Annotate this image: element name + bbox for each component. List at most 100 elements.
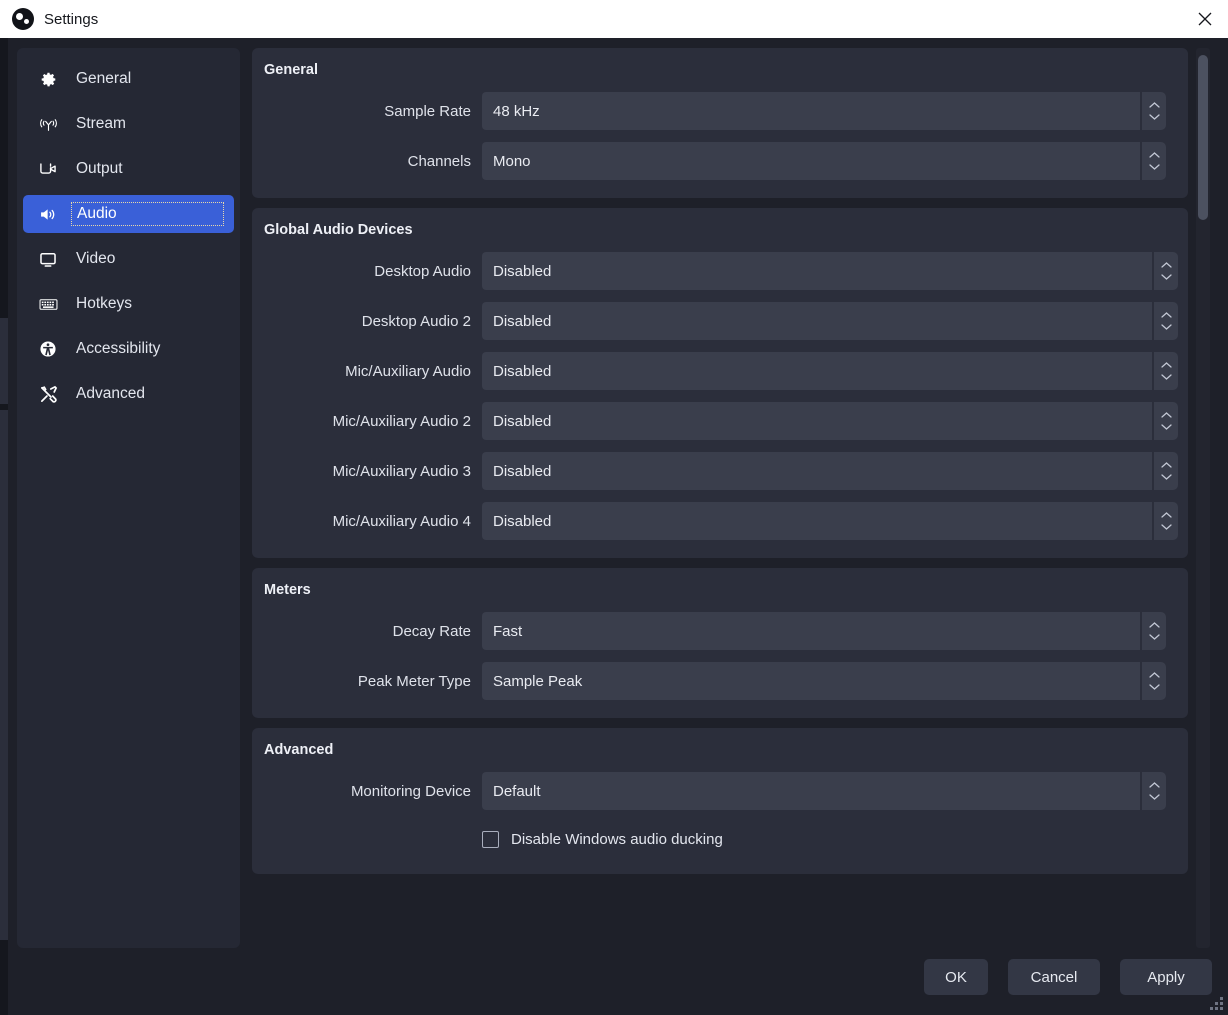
channels-dropdown[interactable]: Mono	[482, 142, 1166, 180]
mic-aux-audio-2-value[interactable]: Disabled	[482, 402, 1152, 440]
obs-logo-icon	[12, 8, 34, 30]
apply-button[interactable]: Apply	[1120, 959, 1212, 995]
chevron-updown-icon[interactable]	[1142, 142, 1166, 180]
dialog-footer: OK Cancel Apply	[924, 959, 1212, 995]
accessibility-icon	[35, 340, 61, 358]
sample-rate-value[interactable]: 48 kHz	[482, 92, 1140, 130]
chevron-updown-icon[interactable]	[1142, 92, 1166, 130]
chevron-updown-icon[interactable]	[1154, 302, 1178, 340]
sidebar-item-label: Accessibility	[76, 340, 161, 357]
desktop-audio-value[interactable]: Disabled	[482, 252, 1152, 290]
peak-meter-type-dropdown[interactable]: Sample Peak	[482, 662, 1166, 700]
row-label: Peak Meter Type	[357, 672, 471, 690]
tools-icon	[35, 385, 61, 404]
sidebar-item-output[interactable]: Output	[23, 150, 234, 188]
sidebar-item-video[interactable]: Video	[23, 240, 234, 278]
sidebar-item-general[interactable]: General	[23, 60, 234, 98]
row-label: Sample Rate	[384, 102, 471, 120]
desktop-audio-dropdown[interactable]: Disabled	[482, 252, 1178, 290]
video-camera-icon	[35, 161, 61, 178]
mic-aux-audio-dropdown[interactable]: Disabled	[482, 352, 1178, 390]
row-label: Mic/Auxiliary Audio 4	[332, 512, 471, 530]
mic-aux-audio-4-dropdown[interactable]: Disabled	[482, 502, 1178, 540]
window-left-edge	[0, 38, 8, 1015]
monitoring-device-value[interactable]: Default	[482, 772, 1140, 810]
sidebar-item-accessibility[interactable]: Accessibility	[23, 330, 234, 368]
cancel-button[interactable]: Cancel	[1008, 959, 1100, 995]
sidebar-item-hotkeys[interactable]: Hotkeys	[23, 285, 234, 323]
group-title: Advanced	[264, 742, 334, 758]
desktop-audio-2-dropdown[interactable]: Disabled	[482, 302, 1178, 340]
row-label: Channels	[407, 152, 471, 170]
titlebar: Settings	[0, 0, 1228, 38]
chevron-updown-icon[interactable]	[1142, 772, 1166, 810]
chevron-updown-icon[interactable]	[1142, 662, 1166, 700]
sidebar-item-label: Video	[76, 250, 116, 267]
group-title: Global Audio Devices	[264, 222, 413, 238]
monitor-icon	[35, 251, 61, 268]
group-general: General Sample Rate 48 kHz Channels Mono	[252, 48, 1188, 198]
disable-audio-ducking-row: Disable Windows audio ducking	[264, 824, 1166, 854]
group-advanced: Advanced Monitoring Device Default Disab…	[252, 728, 1188, 874]
setting-row-channels: Channels Mono	[264, 142, 1166, 180]
chevron-updown-icon[interactable]	[1154, 502, 1178, 540]
row-label: Monitoring Device	[350, 782, 471, 800]
mic-aux-audio-3-value[interactable]: Disabled	[482, 452, 1152, 490]
mic-aux-audio-4-value[interactable]: Disabled	[482, 502, 1152, 540]
sidebar-item-label: Hotkeys	[76, 295, 132, 312]
close-icon[interactable]	[1182, 0, 1228, 38]
group-title: General	[264, 62, 318, 78]
mic-aux-audio-value[interactable]: Disabled	[482, 352, 1152, 390]
sidebar-item-advanced[interactable]: Advanced	[23, 375, 234, 413]
setting-row-mic-aux-audio-3: Mic/Auxiliary Audio 3 Disabled	[264, 452, 1178, 490]
sidebar-item-stream[interactable]: Stream	[23, 105, 234, 143]
setting-row-mic-aux-audio: Mic/Auxiliary Audio Disabled	[264, 352, 1178, 390]
keyboard-icon	[35, 297, 61, 312]
chevron-updown-icon[interactable]	[1154, 452, 1178, 490]
sidebar-item-label: Stream	[76, 115, 126, 132]
peak-meter-type-value[interactable]: Sample Peak	[482, 662, 1140, 700]
scrollbar-thumb[interactable]	[1198, 55, 1208, 220]
setting-row-sample-rate: Sample Rate 48 kHz	[264, 92, 1166, 130]
setting-row-peak-meter-type: Peak Meter Type Sample Peak	[264, 662, 1166, 700]
group-meters: Meters Decay Rate Fast Peak Meter Type S…	[252, 568, 1188, 718]
setting-row-desktop-audio-2: Desktop Audio 2 Disabled	[264, 302, 1178, 340]
row-label: Mic/Auxiliary Audio 2	[332, 412, 471, 430]
chevron-updown-icon[interactable]	[1154, 402, 1178, 440]
desktop-audio-2-value[interactable]: Disabled	[482, 302, 1152, 340]
chevron-updown-icon[interactable]	[1142, 612, 1166, 650]
sidebar-item-label: General	[76, 70, 132, 87]
setting-row-desktop-audio: Desktop Audio Disabled	[264, 252, 1178, 290]
sidebar-item-audio[interactable]: Audio	[23, 195, 234, 233]
mic-aux-audio-3-dropdown[interactable]: Disabled	[482, 452, 1178, 490]
gear-icon	[35, 71, 61, 88]
group-global-audio-devices: Global Audio Devices Desktop Audio Disab…	[252, 208, 1188, 558]
setting-row-decay-rate: Decay Rate Fast	[264, 612, 1166, 650]
disable-audio-ducking-label: Disable Windows audio ducking	[511, 830, 723, 848]
group-title: Meters	[264, 582, 311, 598]
channels-value[interactable]: Mono	[482, 142, 1140, 180]
row-label: Desktop Audio	[374, 262, 471, 280]
content-scrollbar[interactable]	[1196, 48, 1210, 948]
setting-row-mic-aux-audio-4: Mic/Auxiliary Audio 4 Disabled	[264, 502, 1178, 540]
disable-audio-ducking-checkbox[interactable]	[482, 830, 499, 848]
decay-rate-dropdown[interactable]: Fast	[482, 612, 1166, 650]
broadcast-icon	[35, 116, 61, 133]
chevron-updown-icon[interactable]	[1154, 352, 1178, 390]
window-title: Settings	[44, 10, 99, 28]
settings-nav-sidebar: General Stream Output Audio Video Hotkey…	[17, 48, 240, 948]
setting-row-mic-aux-audio-2: Mic/Auxiliary Audio 2 Disabled	[264, 402, 1178, 440]
settings-window: Settings General Stream Output Audio Vid…	[0, 0, 1228, 1015]
sidebar-item-label: Advanced	[76, 385, 145, 402]
row-label: Mic/Auxiliary Audio	[345, 362, 471, 380]
settings-content: General Sample Rate 48 kHz Channels Mono	[252, 48, 1188, 948]
chevron-updown-icon[interactable]	[1154, 252, 1178, 290]
ok-button[interactable]: OK	[924, 959, 988, 995]
sample-rate-dropdown[interactable]: 48 kHz	[482, 92, 1166, 130]
row-label: Desktop Audio 2	[361, 312, 471, 330]
row-label: Mic/Auxiliary Audio 3	[332, 462, 471, 480]
decay-rate-value[interactable]: Fast	[482, 612, 1140, 650]
monitoring-device-dropdown[interactable]: Default	[482, 772, 1166, 810]
mic-aux-audio-2-dropdown[interactable]: Disabled	[482, 402, 1178, 440]
resize-grip[interactable]	[1209, 996, 1223, 1010]
